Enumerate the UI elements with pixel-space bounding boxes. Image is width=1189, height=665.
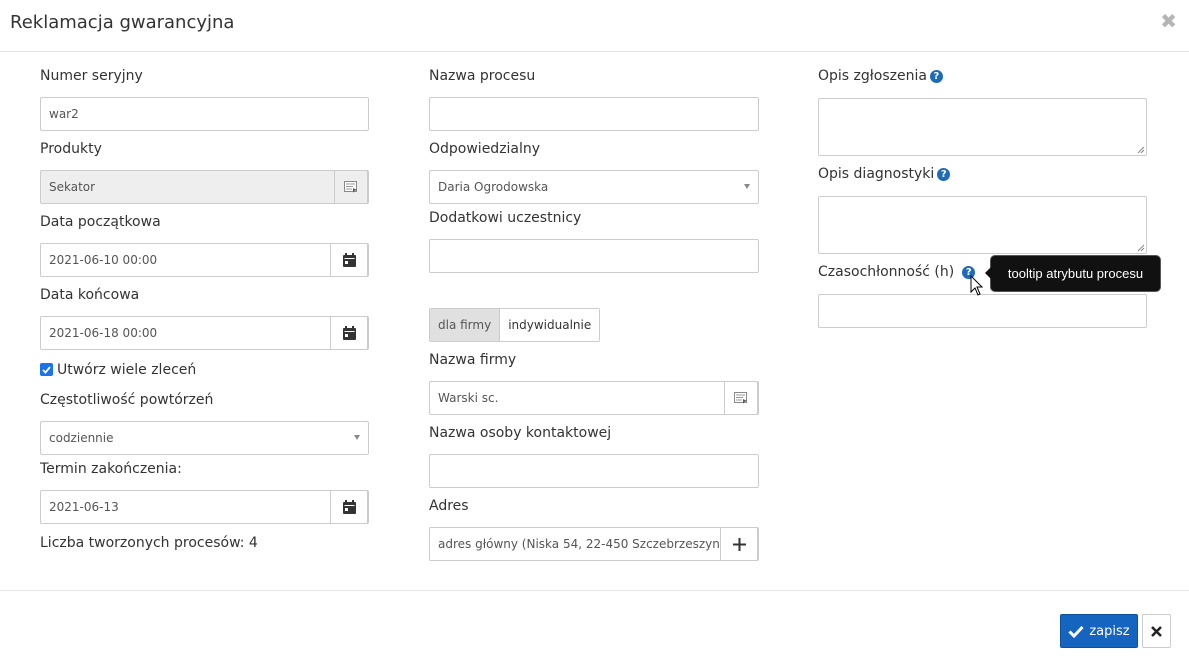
toggle-individual[interactable]: indywidualnie xyxy=(500,309,600,341)
add-address-button[interactable] xyxy=(720,527,758,561)
frequency-value: codziennie xyxy=(49,431,114,445)
check-icon xyxy=(42,365,51,374)
serial-number-label: Numer seryjny xyxy=(40,68,143,84)
process-count-text: Liczba tworzonych procesów: 4 xyxy=(40,535,258,551)
address-value: adres główny (Niska 54, 22-450 Szczebrze… xyxy=(438,537,720,551)
save-button[interactable]: zapisz xyxy=(1060,614,1138,648)
dialog-footer xyxy=(0,590,1189,665)
report-description-label-text: Opis zgłoszenia xyxy=(818,68,927,84)
caret-down-icon xyxy=(354,435,360,440)
products-label: Produkty xyxy=(40,141,102,157)
report-description-textarea[interactable] xyxy=(818,98,1147,156)
tooltip-text: tooltip atrybutu procesu xyxy=(1007,266,1144,281)
responsible-select[interactable]: Daria Ogrodowska xyxy=(429,170,759,204)
close-icon[interactable]: ✖ xyxy=(1160,10,1177,32)
products-input: Sekator xyxy=(40,170,369,204)
end-term-label: Termin zakończenia: xyxy=(40,461,182,477)
end-date-value: 2021-06-18 00:00 xyxy=(49,326,158,340)
process-name-label: Nazwa procesu xyxy=(429,68,536,84)
help-icon[interactable]: ? xyxy=(937,168,951,181)
end-term-input[interactable]: 2021-06-13 xyxy=(40,490,369,524)
dialog-title: Reklamacja gwarancyjna xyxy=(10,12,235,33)
start-date-label: Data początkowa xyxy=(40,214,161,230)
close-icon xyxy=(1151,625,1162,637)
participants-input[interactable] xyxy=(429,239,759,273)
toggle-company[interactable]: dla firmy xyxy=(430,309,501,341)
start-date-value: 2021-06-10 00:00 xyxy=(49,253,158,267)
frequency-label: Częstotliwość powtórzeń xyxy=(40,392,214,408)
diagnostics-description-label: Opis diagnostyki? xyxy=(818,166,951,182)
diagnostics-description-textarea[interactable] xyxy=(818,196,1147,254)
company-name-input[interactable]: Warski sc. xyxy=(429,381,759,415)
dialog-header: Reklamacja gwarancyjna ✖ xyxy=(0,0,1189,52)
time-effort-label-text: Czasochłonność (h) xyxy=(818,264,955,280)
end-date-label: Data końcowa xyxy=(40,287,140,303)
serial-number-value: war2 xyxy=(49,107,79,121)
multi-orders-label[interactable]: Utwórz wiele zleceń xyxy=(57,362,196,378)
company-name-label: Nazwa firmy xyxy=(429,352,517,368)
products-value: Sekator xyxy=(49,180,96,194)
address-label: Adres xyxy=(429,498,469,514)
responsible-label: Odpowiedzialny xyxy=(429,141,541,157)
address-select[interactable]: adres główny (Niska 54, 22-450 Szczebrze… xyxy=(429,527,759,561)
save-button-label: zapisz xyxy=(1089,623,1130,639)
report-description-label: Opis zgłoszenia? xyxy=(818,68,943,84)
start-date-input[interactable]: 2021-06-10 00:00 xyxy=(40,243,369,277)
help-icon[interactable]: ? xyxy=(929,70,943,83)
list-picker-icon xyxy=(734,392,747,404)
company-name-value: Warski sc. xyxy=(438,391,499,405)
end-date-input[interactable]: 2021-06-18 00:00 xyxy=(40,316,369,350)
products-picker-button[interactable] xyxy=(334,170,368,204)
contact-name-input[interactable] xyxy=(429,454,759,488)
responsible-value: Daria Ogrodowska xyxy=(438,180,549,194)
diagnostics-description-label-text: Opis diagnostyki xyxy=(818,166,935,182)
contact-name-label: Nazwa osoby kontaktowej xyxy=(429,425,612,441)
resize-handle-icon[interactable] xyxy=(1137,146,1145,154)
calendar-icon xyxy=(342,326,356,340)
start-date-calendar-button[interactable] xyxy=(330,243,368,277)
client-type-toggle: dla firmy indywidualnie xyxy=(429,308,601,342)
caret-down-icon xyxy=(744,184,750,189)
time-effort-input[interactable] xyxy=(818,294,1147,328)
cancel-button[interactable] xyxy=(1142,614,1171,648)
cursor-icon xyxy=(970,275,984,296)
resize-handle-icon[interactable] xyxy=(1137,244,1145,252)
end-date-calendar-button[interactable] xyxy=(330,316,368,350)
plus-icon xyxy=(732,537,746,551)
time-effort-label: Czasochłonność (h)? xyxy=(818,264,976,280)
calendar-icon xyxy=(342,500,356,514)
frequency-select[interactable]: codziennie xyxy=(40,421,369,455)
tooltip: tooltip atrybutu procesu xyxy=(985,256,1160,291)
process-name-input[interactable] xyxy=(429,97,759,131)
end-term-value: 2021-06-13 xyxy=(49,500,119,514)
calendar-icon xyxy=(342,253,356,267)
list-picker-icon xyxy=(344,181,357,193)
serial-number-input[interactable]: war2 xyxy=(40,97,369,131)
participants-label: Dodatkowi uczestnicy xyxy=(429,210,582,226)
multi-orders-checkbox[interactable] xyxy=(40,363,53,376)
company-picker-button[interactable] xyxy=(724,381,758,415)
end-term-calendar-button[interactable] xyxy=(330,490,368,524)
check-icon xyxy=(1068,625,1084,638)
